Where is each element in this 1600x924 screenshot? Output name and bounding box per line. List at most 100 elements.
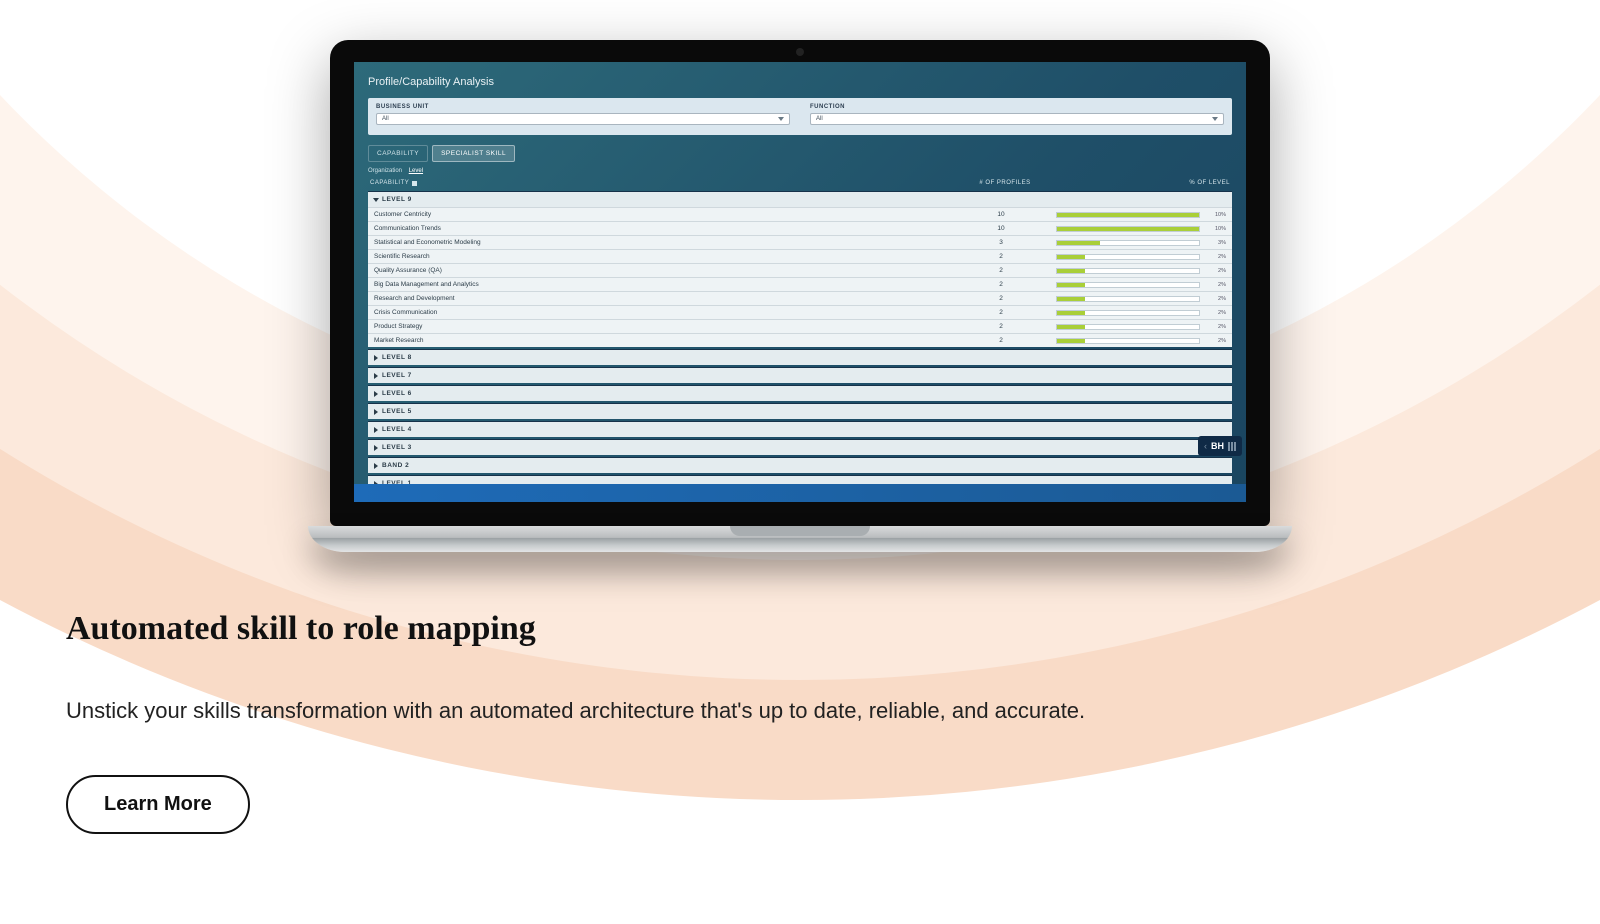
app-footer-band [354,484,1246,502]
pct-value: 10% [1204,226,1226,232]
filter-fn-value: All [816,116,823,122]
caret-icon [374,391,378,397]
profile-count: 3 [946,239,1056,246]
tab-capability[interactable]: CAPABILITY [368,145,428,162]
profile-count: 2 [946,295,1056,302]
page-title: Profile/Capability Analysis [368,76,1232,88]
crumb-level[interactable]: Level [409,168,423,174]
capability-name: Quality Assurance (QA) [374,267,946,274]
profile-count: 10 [946,225,1056,232]
level-label: LEVEL 6 [382,390,412,397]
pct-bar [1056,226,1200,232]
capability-name: Research and Development [374,295,946,302]
level-header-collapsed[interactable]: LEVEL 6 [368,385,1232,401]
level-header-collapsed[interactable]: LEVEL 3 [368,439,1232,455]
level-header-collapsed[interactable]: LEVEL 5 [368,403,1232,419]
capability-name: Communication Trends [374,225,946,232]
caret-icon [374,355,378,361]
caret-icon [374,427,378,433]
app-screenshot: Profile/Capability Analysis BUSINESS UNI… [354,62,1246,502]
filter-fn-select[interactable]: All [810,113,1224,125]
pct-bar [1056,212,1200,218]
table-row[interactable]: Quality Assurance (QA)2 2% [368,263,1232,277]
capability-name: Customer Centricity [374,211,946,218]
profile-count: 2 [946,253,1056,260]
filter-bu-value: All [382,116,389,122]
level-label: LEVEL 4 [382,426,412,433]
camera-icon [796,48,804,56]
table-row[interactable]: Scientific Research22% [368,249,1232,263]
col-pct-of-level: % OF LEVEL [1060,180,1230,186]
caret-icon [373,198,379,202]
table-row[interactable]: Statistical and Econometric Modeling3 3% [368,235,1232,249]
tab-specialist-skill[interactable]: SPECIALIST SKILL [432,145,515,162]
table-row[interactable]: Customer Centricity10 10% [368,207,1232,221]
capability-name: Statistical and Econometric Modeling [374,239,946,246]
pct-value: 10% [1204,212,1226,218]
chevron-down-icon [1212,117,1218,121]
pct-value: 2% [1204,310,1226,316]
pct-bar [1056,310,1200,316]
pct-value: 2% [1204,338,1226,344]
capability-name: Big Data Management and Analytics [374,281,946,288]
col-capability: CAPABILITY [370,180,409,186]
pct-bar [1056,282,1200,288]
laptop-mockup: Profile/Capability Analysis BUSINESS UNI… [330,40,1270,552]
table-row[interactable]: Market Research2 2% [368,333,1232,347]
level-header-collapsed[interactable]: LEVEL 8 [368,349,1232,365]
level-header-collapsed[interactable]: LEVEL 7 [368,367,1232,383]
learn-more-button[interactable]: Learn More [66,775,250,834]
filter-fn-label: FUNCTION [810,104,1224,110]
pct-value: 2% [1204,282,1226,288]
level-label: BAND 2 [382,462,409,469]
sort-icon[interactable] [412,181,417,186]
level-header-collapsed[interactable]: BAND 2 [368,457,1232,473]
section-subheading: Unstick your skills transformation with … [66,696,1534,727]
laptop-notch [730,526,870,536]
table-row[interactable]: Big Data Management and Analytics2 2% [368,277,1232,291]
level-label: LEVEL 9 [382,196,412,203]
pct-bar [1056,296,1200,302]
profile-count: 2 [946,337,1056,344]
col-profiles: # OF PROFILES [950,180,1060,186]
pct-value: 2% [1204,268,1226,274]
laptop-screen-frame: Profile/Capability Analysis BUSINESS UNI… [330,40,1270,526]
caret-icon [374,373,378,379]
pct-value: 3% [1204,240,1226,246]
user-initials: BH [1211,441,1224,451]
tab-bar: CAPABILITY SPECIALIST SKILL [368,145,1232,162]
pct-value: 2% [1204,254,1226,260]
pct-bar [1056,324,1200,330]
table-row[interactable]: Crisis Communication2 2% [368,305,1232,319]
pct-bar [1056,254,1200,260]
caret-icon [374,445,378,451]
profile-count: 2 [946,309,1056,316]
profile-count: 10 [946,211,1056,218]
capability-name: Crisis Communication [374,309,946,316]
crumb-organization[interactable]: Organization [368,168,402,174]
level-header-collapsed[interactable]: LEVEL 4 [368,421,1232,437]
menu-icon [1228,442,1236,451]
level-header-expanded[interactable]: LEVEL 9 [368,191,1232,207]
pct-bar [1056,268,1200,274]
chevron-down-icon [778,117,784,121]
caret-icon [374,409,378,415]
profile-count: 2 [946,267,1056,274]
profile-count: 2 [946,281,1056,288]
table-row[interactable]: Research and Development22% [368,291,1232,305]
table-row[interactable]: Communication Trends10 10% [368,221,1232,235]
level-label: LEVEL 7 [382,372,412,379]
user-badge[interactable]: BH [1198,436,1242,456]
pct-value: 2% [1204,324,1226,330]
filter-bu-label: BUSINESS UNIT [376,104,790,110]
section-heading: Automated skill to role mapping [66,610,1534,648]
pct-bar [1056,240,1200,246]
capability-name: Market Research [374,337,946,344]
level-label: LEVEL 3 [382,444,412,451]
level-label: LEVEL 5 [382,408,412,415]
filter-bu-select[interactable]: All [376,113,790,125]
pct-bar [1056,338,1200,344]
filter-bar: BUSINESS UNIT All FUNCTION All [368,98,1232,135]
table-row[interactable]: Product Strategy22% [368,319,1232,333]
caret-icon [374,463,378,469]
